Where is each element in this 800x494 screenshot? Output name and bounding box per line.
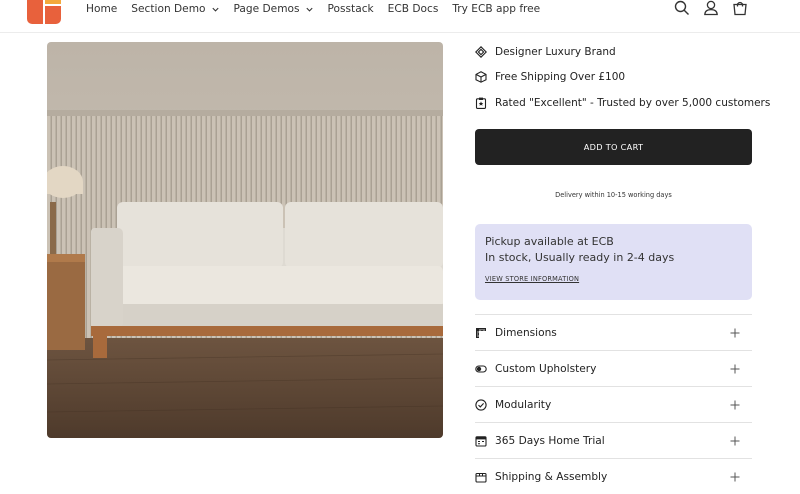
pickup-availability: Pickup available at ECB In stock, Usuall… [475, 224, 752, 300]
accordion-dimensions-label: Dimensions [495, 326, 557, 339]
accordion-dimensions[interactable]: Dimensions [475, 314, 752, 350]
accordion-home-trial[interactable]: 365 Days Home Trial [475, 422, 752, 458]
chevron-down-icon [211, 7, 219, 12]
site-header: Home Section Demo Page Demos Posstack EC… [0, 0, 800, 33]
pickup-location: Pickup available at ECB [485, 235, 614, 248]
nav-section-demo[interactable]: Section Demo [131, 0, 219, 18]
nav-ecb-docs-label: ECB Docs [387, 2, 439, 15]
toggle-icon [475, 364, 487, 373]
accordion-shipping-assembly-label: Shipping & Assembly [495, 470, 608, 483]
diamond-icon [475, 46, 487, 58]
sofa-photo [47, 42, 443, 438]
pickup-status: In stock, Usually ready in 2-4 days [485, 251, 675, 264]
brand-logo[interactable] [27, 0, 61, 24]
accordion-custom-upholstery-label: Custom Upholstery [495, 362, 597, 375]
nav-posstack[interactable]: Posstack [328, 0, 374, 18]
nav-section-demo-label: Section Demo [131, 2, 206, 15]
add-to-cart-button[interactable]: ADD TO CART [475, 129, 752, 165]
nav-ecb-docs[interactable]: ECB Docs [388, 0, 439, 18]
main-nav: Home Section Demo Page Demos Posstack EC… [86, 0, 554, 18]
plus-icon [730, 364, 740, 373]
plus-icon [730, 436, 740, 445]
nav-try-ecb[interactable]: Try ECB app free [452, 0, 540, 18]
chevron-down-icon [305, 7, 313, 12]
accordion-modularity[interactable]: Modularity [475, 386, 752, 422]
account-icon[interactable] [703, 0, 719, 16]
nav-page-demos-label: Page Demos [233, 2, 300, 15]
clipboard-star-icon [475, 97, 487, 109]
plus-icon [730, 328, 740, 337]
badge-designer-text: Designer Luxury Brand [495, 46, 616, 58]
accordion-custom-upholstery[interactable]: Custom Upholstery [475, 350, 752, 386]
accordion-modularity-label: Modularity [495, 398, 552, 411]
delivery-note: Delivery within 10-15 working days [555, 191, 672, 199]
accordion-shipping-assembly[interactable]: Shipping & Assembly [475, 458, 752, 494]
badge-shipping: Free Shipping Over £100 [475, 70, 625, 84]
ruler-icon [476, 327, 486, 338]
product-image[interactable] [47, 42, 443, 438]
package-icon [475, 472, 487, 483]
calendar-icon [475, 435, 487, 447]
view-store-information-link[interactable]: VIEW STORE INFORMATION [485, 275, 579, 283]
nav-posstack-label: Posstack [327, 2, 374, 15]
badge-designer: Designer Luxury Brand [475, 45, 616, 59]
plus-icon [730, 400, 740, 409]
plus-icon [730, 472, 740, 481]
badge-shipping-text: Free Shipping Over £100 [495, 71, 626, 83]
nav-home[interactable]: Home [86, 0, 117, 18]
badge-rating-text: Rated "Excellent" - Trusted by over 5,00… [495, 97, 771, 109]
accordion-home-trial-label: 365 Days Home Trial [495, 434, 605, 447]
nav-try-ecb-label: Try ECB app free [452, 2, 541, 15]
box-icon [475, 71, 487, 83]
nav-home-label: Home [86, 2, 118, 15]
search-icon[interactable] [674, 0, 690, 16]
check-circle-icon [475, 398, 487, 411]
cart-icon[interactable] [732, 0, 748, 16]
badge-rating: Rated "Excellent" - Trusted by over 5,00… [475, 96, 770, 110]
nav-page-demos[interactable]: Page Demos [234, 0, 314, 18]
